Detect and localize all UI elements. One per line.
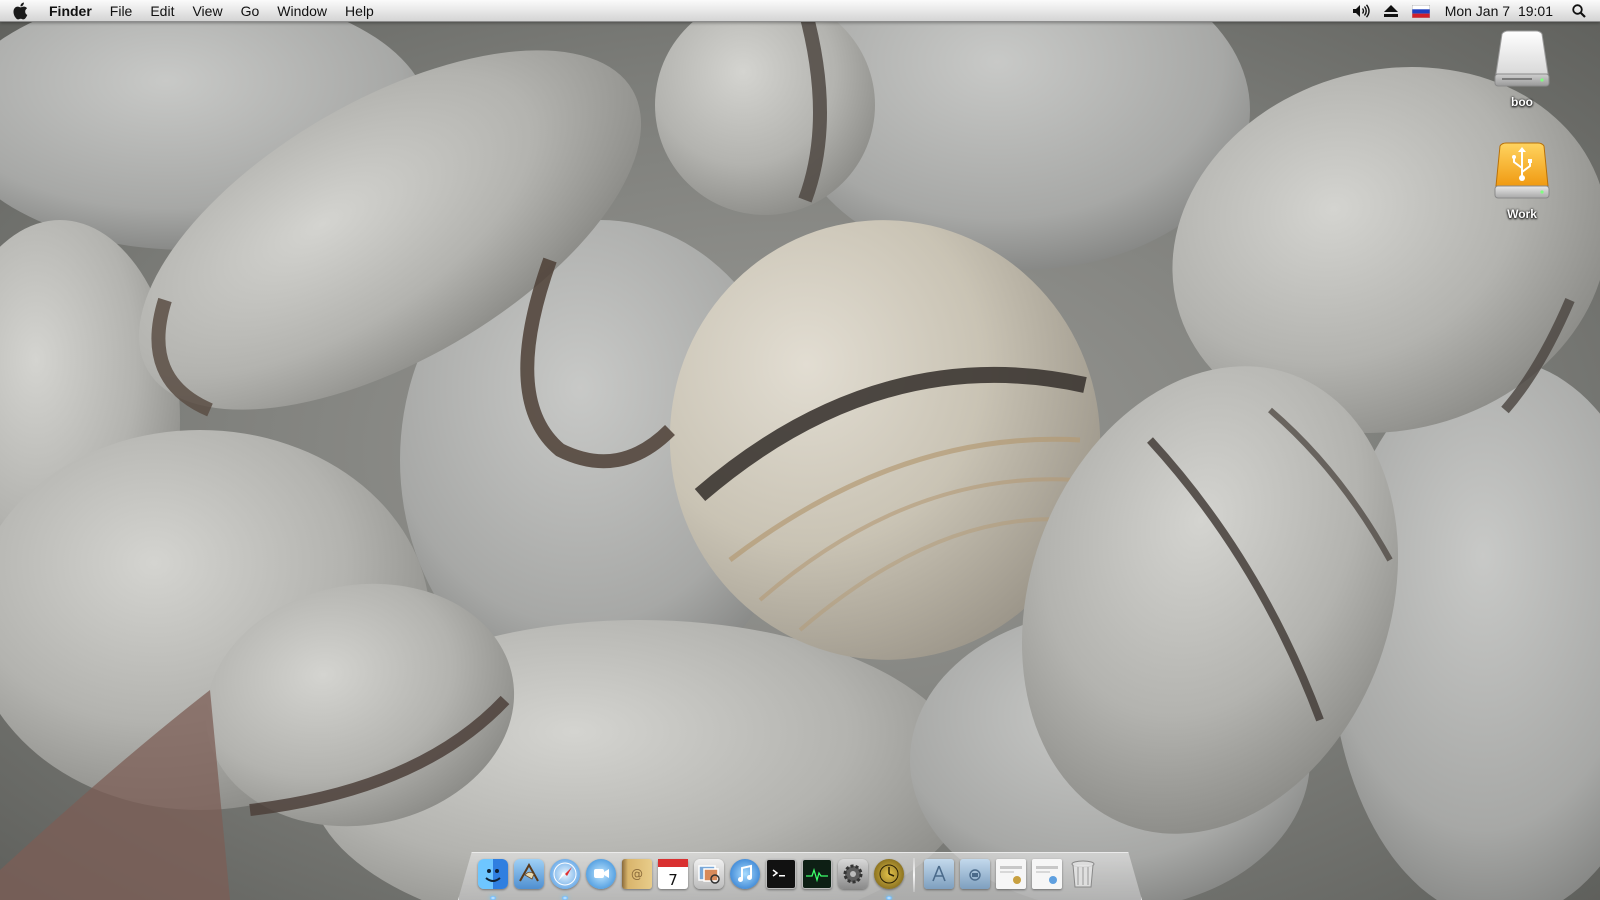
dock-system-preferences[interactable] xyxy=(835,856,871,892)
menu-edit[interactable]: Edit xyxy=(141,0,183,22)
eject-icon xyxy=(1383,5,1398,17)
apple-icon xyxy=(13,2,28,19)
activity-monitor-icon xyxy=(802,859,832,889)
magnifier-icon xyxy=(1572,4,1586,18)
menu-help[interactable]: Help xyxy=(336,0,383,22)
input-source-menu[interactable] xyxy=(1405,0,1437,22)
dock-ichat[interactable] xyxy=(583,856,619,892)
documents-folder-icon xyxy=(960,859,990,889)
spotlight-button[interactable] xyxy=(1565,0,1600,22)
running-indicator xyxy=(490,896,496,900)
running-indicator xyxy=(886,896,892,900)
dock-preview[interactable] xyxy=(691,856,727,892)
dock-terminal[interactable] xyxy=(763,856,799,892)
safari-icon xyxy=(550,859,580,889)
dock-mail[interactable] xyxy=(511,856,547,892)
dock-separator xyxy=(913,858,915,892)
finder-icon xyxy=(478,859,508,889)
running-indicator xyxy=(562,896,568,900)
downloads-stack-icon xyxy=(996,859,1026,889)
itunes-icon xyxy=(730,859,760,889)
clock-time: 19:01 xyxy=(1517,3,1553,19)
mail-icon xyxy=(514,859,544,889)
time-machine-icon xyxy=(874,859,904,889)
eject-menu[interactable] xyxy=(1377,0,1405,22)
menu-bar: Finder File Edit View Go Window Help Mon… xyxy=(0,0,1600,22)
apple-menu-button[interactable] xyxy=(0,0,40,22)
dock-downloads-stack[interactable] xyxy=(993,856,1029,892)
app-menu-finder[interactable]: Finder xyxy=(40,0,101,22)
dock: @ 7 xyxy=(475,848,1101,900)
ical-date-text: 7 xyxy=(668,871,678,889)
volume-menu[interactable] xyxy=(1345,0,1377,22)
network-stack-icon xyxy=(1032,859,1062,889)
usb-drive-icon xyxy=(1492,142,1552,204)
menubar-clock[interactable]: Mon Jan 7 19:01 xyxy=(1437,3,1565,19)
menu-file[interactable]: File xyxy=(101,0,142,22)
ichat-icon xyxy=(586,859,616,889)
dock-address-book[interactable]: @ xyxy=(619,856,655,892)
preview-icon xyxy=(694,859,724,889)
dock-applications-folder[interactable] xyxy=(921,856,957,892)
desktop-wallpaper xyxy=(0,0,1600,900)
desktop-icon-label: boo xyxy=(1511,95,1533,109)
dock-itunes[interactable] xyxy=(727,856,763,892)
menu-view[interactable]: View xyxy=(183,0,231,22)
dock-activity-monitor[interactable] xyxy=(799,856,835,892)
dock-ical[interactable]: 7 xyxy=(655,856,691,892)
terminal-icon xyxy=(766,859,796,889)
menu-go[interactable]: Go xyxy=(232,0,269,22)
svg-text:@: @ xyxy=(631,867,643,881)
desktop-icon-work[interactable]: Work xyxy=(1482,142,1562,221)
russian-flag-icon xyxy=(1411,4,1430,18)
address-book-icon: @ xyxy=(622,859,652,889)
trash-icon xyxy=(1068,859,1098,889)
dock-network-stack[interactable] xyxy=(1029,856,1065,892)
desktop-icon-boo[interactable]: boo xyxy=(1482,30,1562,109)
dock-time-machine[interactable] xyxy=(871,856,907,900)
dock-trash[interactable] xyxy=(1065,856,1101,892)
speaker-icon xyxy=(1352,4,1370,18)
applications-folder-icon xyxy=(924,859,954,889)
desktop-icon-label: Work xyxy=(1507,207,1537,221)
ical-icon: 7 xyxy=(658,859,688,889)
dock-safari[interactable] xyxy=(547,856,583,900)
dock-finder[interactable] xyxy=(475,856,511,900)
hard-drive-icon xyxy=(1492,30,1552,92)
menu-window[interactable]: Window xyxy=(268,0,336,22)
system-preferences-icon xyxy=(838,859,868,889)
pebbles-image xyxy=(0,0,1600,900)
dock-documents-folder[interactable] xyxy=(957,856,993,892)
clock-date: Mon Jan 7 xyxy=(1444,3,1511,19)
